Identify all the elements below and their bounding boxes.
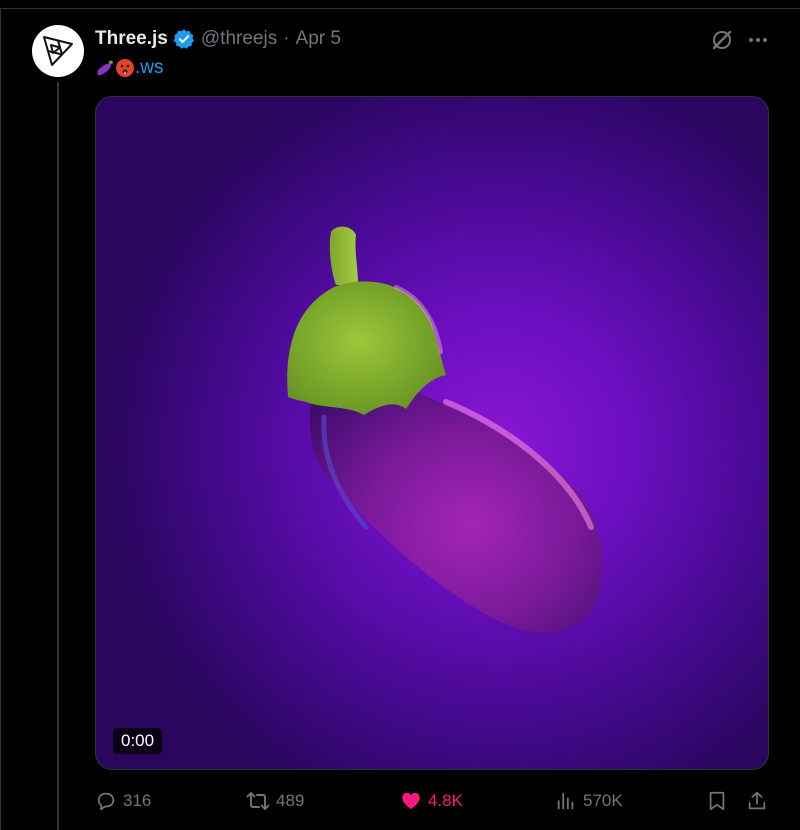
threejs-logo-icon <box>43 36 73 66</box>
view-count: 570K <box>583 791 623 810</box>
heart-filled-icon <box>402 792 420 810</box>
thread-line <box>57 82 59 830</box>
video-timestamp: 0:00 <box>113 728 163 754</box>
tweet-header: Three.js @threejs · Apr 5 <box>95 28 341 50</box>
views-button[interactable]: 570K <box>555 784 623 818</box>
reply-icon <box>97 792 115 811</box>
grok-icon <box>712 30 732 50</box>
bookmark-button[interactable] <box>706 784 728 818</box>
views-chart-icon <box>557 792 574 810</box>
reply-count: 316 <box>123 791 152 810</box>
tweet-date[interactable]: Apr 5 <box>296 28 341 50</box>
eggplant-image <box>287 226 603 633</box>
tweet-text: .ws <box>95 57 164 79</box>
top-divider <box>0 8 800 9</box>
share-icon <box>748 791 766 810</box>
retweet-count: 489 <box>276 791 305 810</box>
retweet-button[interactable]: 489 <box>246 784 304 818</box>
eggplant-icon <box>95 58 115 78</box>
more-options-button[interactable] <box>744 26 772 54</box>
verified-badge-icon <box>173 28 195 50</box>
like-count: 4.8K <box>428 791 463 810</box>
retweet-icon <box>246 792 270 810</box>
video-player[interactable]: 0:00 <box>95 96 769 770</box>
left-divider <box>0 8 1 830</box>
separator-dot: · <box>283 28 290 49</box>
share-button[interactable] <box>746 784 768 818</box>
reply-button[interactable]: 316 <box>95 784 151 818</box>
more-dots-icon <box>749 38 767 42</box>
bookmark-icon <box>709 791 725 811</box>
author-name[interactable]: Three.js <box>95 28 168 50</box>
tweet-link[interactable]: .ws <box>135 57 164 79</box>
hot-face-icon <box>115 58 135 78</box>
author-handle[interactable]: @threejs <box>201 28 277 50</box>
like-button[interactable]: 4.8K <box>400 784 463 818</box>
grok-button[interactable] <box>708 26 736 54</box>
avatar[interactable] <box>32 25 84 77</box>
tweet-actions: 316 489 4.8K 570K <box>0 784 800 818</box>
